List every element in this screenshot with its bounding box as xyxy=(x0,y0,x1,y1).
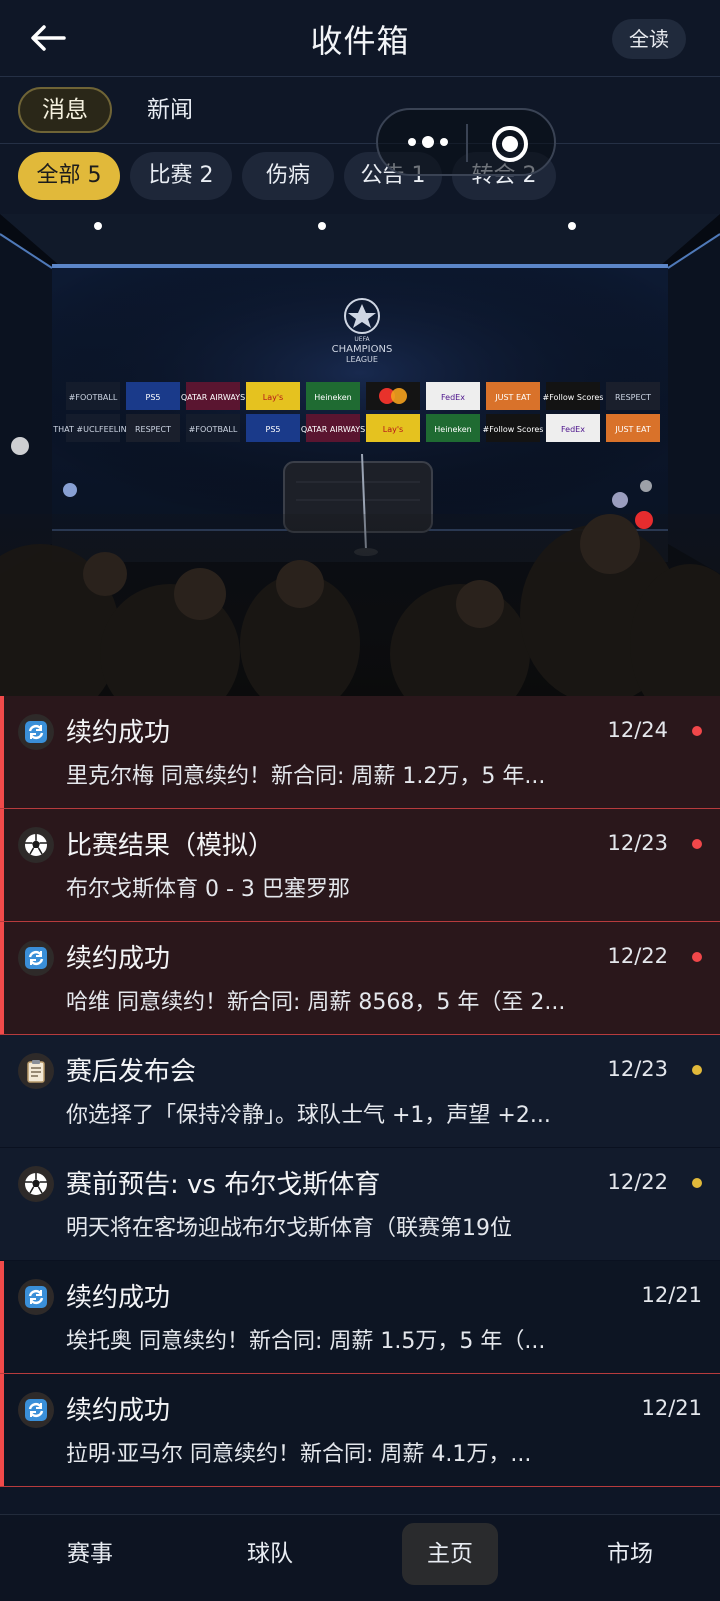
bottom-nav: 赛事 球队 主页 市场 xyxy=(0,1514,720,1601)
svg-text:JUST EAT: JUST EAT xyxy=(614,425,651,434)
nav-market[interactable]: 市场 xyxy=(582,1523,678,1585)
message-title: 续约成功 xyxy=(66,718,171,748)
message-preview: 拉明·亚马尔 同意续约！新合同: 周薪 4.1万，... xyxy=(66,1442,532,1467)
svg-text:#FOOTBALL: #FOOTBALL xyxy=(189,425,238,434)
unread-dot xyxy=(692,1065,702,1075)
nav-home[interactable]: 主页 xyxy=(402,1523,498,1585)
refresh-icon xyxy=(18,1279,54,1315)
message-date: 12/23 xyxy=(607,831,668,855)
svg-text:FedEx: FedEx xyxy=(441,393,465,402)
target-circle-icon[interactable] xyxy=(490,124,530,164)
read-all-button[interactable]: 全读 xyxy=(612,19,686,59)
more-dots-icon[interactable] xyxy=(406,132,450,152)
list-item[interactable]: 续约成功 拉明·亚马尔 同意续约！新合同: 周薪 4.1万，... 12/21 xyxy=(0,1374,720,1487)
message-date: 12/21 xyxy=(641,1396,702,1420)
message-date: 12/24 xyxy=(607,718,668,742)
header-bar: 收件箱 全读 xyxy=(0,0,720,77)
message-preview: 你选择了「保持冷静」。球队士气 +1，声望 +2... xyxy=(66,1103,551,1128)
message-title: 续约成功 xyxy=(66,1283,171,1313)
svg-text:UEFA: UEFA xyxy=(354,336,370,343)
svg-text:THAT #UCLFEELING: THAT #UCLFEELING xyxy=(52,425,133,434)
filter-chips: 全部 5 比赛 2 伤病 公告 1 转会 2 xyxy=(0,144,720,214)
hero-press-room-image: UEFA CHAMPIONS LEAGUE #FOOTBALL PS5 QATA… xyxy=(0,214,720,696)
message-date: 12/23 xyxy=(607,1057,668,1081)
svg-text:PS5: PS5 xyxy=(146,393,161,402)
svg-text:#FOOTBALL: #FOOTBALL xyxy=(69,393,118,402)
refresh-icon xyxy=(18,714,54,750)
clipboard-icon xyxy=(18,1053,54,1089)
nav-team[interactable]: 球队 xyxy=(222,1523,318,1585)
message-title: 比赛结果（模拟） xyxy=(66,831,275,861)
list-item[interactable]: 赛前预告: vs 布尔戈斯体育 明天将在客场迎战布尔戈斯体育（联赛第19位 12… xyxy=(0,1148,720,1261)
message-preview: 布尔戈斯体育 0 - 3 巴塞罗那 xyxy=(66,877,350,902)
soccer-ball-icon xyxy=(18,1166,54,1202)
svg-text:#Follow Scores: #Follow Scores xyxy=(483,425,544,434)
message-title: 赛后发布会 xyxy=(66,1057,197,1087)
message-preview: 埃托奥 同意续约！新合同: 周薪 1.5万，5 年（... xyxy=(66,1329,546,1354)
svg-text:Heineken: Heineken xyxy=(434,425,472,434)
message-title: 续约成功 xyxy=(66,1396,171,1426)
message-preview: 明天将在客场迎战布尔戈斯体育（联赛第19位 xyxy=(66,1216,512,1241)
message-preview: 里克尔梅 同意续约！新合同: 周薪 1.2万，5 年... xyxy=(66,764,546,789)
message-title: 续约成功 xyxy=(66,944,171,974)
tab-messages[interactable]: 消息 xyxy=(18,87,112,133)
unread-dot xyxy=(692,726,702,736)
capsule-divider xyxy=(466,124,468,162)
message-title: 赛前预告: vs 布尔戈斯体育 xyxy=(66,1170,381,1200)
svg-text:QATAR AIRWAYS: QATAR AIRWAYS xyxy=(181,393,245,402)
list-item[interactable]: 赛后发布会 你选择了「保持冷静」。球队士气 +1，声望 +2... 12/23 xyxy=(0,1035,720,1148)
unread-dot xyxy=(692,1178,702,1188)
svg-text:RESPECT: RESPECT xyxy=(615,393,651,402)
message-date: 12/22 xyxy=(607,1170,668,1194)
svg-text:LEAGUE: LEAGUE xyxy=(346,355,378,364)
message-preview: 哈维 同意续约！新合同: 周薪 8568，5 年（至 2... xyxy=(66,990,566,1015)
tab-news[interactable]: 新闻 xyxy=(120,87,220,133)
nav-events[interactable]: 赛事 xyxy=(42,1523,138,1585)
filter-all[interactable]: 全部 5 xyxy=(18,152,120,200)
list-item[interactable]: 比赛结果（模拟） 布尔戈斯体育 0 - 3 巴塞罗那 12/23 xyxy=(0,809,720,922)
list-item[interactable]: 续约成功 哈维 同意续约！新合同: 周薪 8568，5 年（至 2... 12/… xyxy=(0,922,720,1035)
refresh-icon xyxy=(18,940,54,976)
message-list: 续约成功 里克尔梅 同意续约！新合同: 周薪 1.2万，5 年... 12/24… xyxy=(0,696,720,1516)
primary-tabs: 消息 新闻 xyxy=(0,77,720,144)
list-item[interactable]: 续约成功 埃托奥 同意续约！新合同: 周薪 1.5万，5 年（... 12/21 xyxy=(0,1261,720,1374)
svg-text:QATAR AIRWAYS: QATAR AIRWAYS xyxy=(301,425,365,434)
filter-match[interactable]: 比赛 2 xyxy=(130,152,232,200)
sponsor-board: THAT #UCLFEELING RESPECT #FOOTBALL PS5 Q… xyxy=(52,414,660,442)
message-date: 12/21 xyxy=(641,1283,702,1307)
mini-program-capsule xyxy=(376,108,556,176)
message-date: 12/22 xyxy=(607,944,668,968)
svg-text:RESPECT: RESPECT xyxy=(135,425,171,434)
refresh-icon xyxy=(18,1392,54,1428)
svg-text:Heineken: Heineken xyxy=(314,393,352,402)
svg-text:#Follow Scores: #Follow Scores xyxy=(543,393,604,402)
svg-text:PS5: PS5 xyxy=(266,425,281,434)
unread-dot xyxy=(692,839,702,849)
svg-text:Lay's: Lay's xyxy=(383,425,403,434)
svg-text:FedEx: FedEx xyxy=(561,425,585,434)
list-item[interactable]: 续约成功 里克尔梅 同意续约！新合同: 周薪 1.2万，5 年... 12/24 xyxy=(0,696,720,809)
svg-text:CHAMPIONS: CHAMPIONS xyxy=(332,344,393,355)
filter-injury[interactable]: 伤病 xyxy=(242,152,334,200)
unread-dot xyxy=(692,952,702,962)
svg-text:Lay's: Lay's xyxy=(263,393,283,402)
press-room-illustration: UEFA CHAMPIONS LEAGUE #FOOTBALL PS5 QATA… xyxy=(0,214,720,696)
svg-text:JUST EAT: JUST EAT xyxy=(494,393,531,402)
soccer-ball-icon xyxy=(18,827,54,863)
